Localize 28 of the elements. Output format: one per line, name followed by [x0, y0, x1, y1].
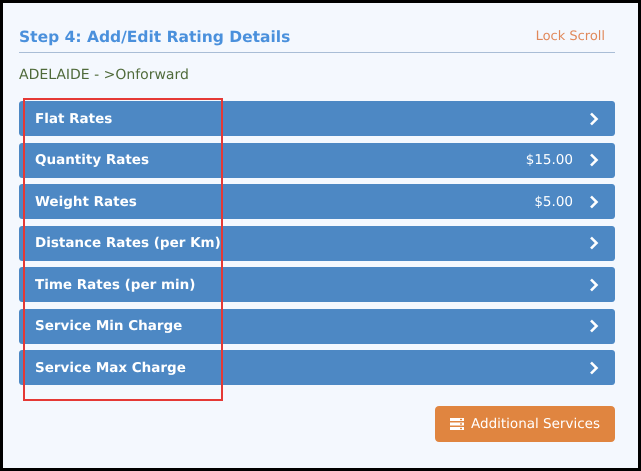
rate-label: Service Min Charge: [35, 318, 184, 334]
rate-row[interactable]: Flat Rates: [19, 101, 615, 136]
chevron-right-icon: [589, 360, 599, 374]
rate-label: Service Max Charge: [35, 360, 187, 376]
additional-services-button[interactable]: Additional Services: [435, 406, 615, 442]
lock-scroll-link[interactable]: Lock Scroll: [536, 29, 605, 44]
rate-row[interactable]: Weight Rates $5.00: [19, 184, 615, 219]
rate-row[interactable]: Distance Rates (per Km): [19, 226, 615, 260]
list-icon: [450, 418, 464, 430]
rate-row[interactable]: Quantity Rates $15.00: [19, 142, 615, 178]
rate-amount: $15.00: [526, 152, 573, 168]
chevron-right-icon: [589, 236, 599, 250]
rate-row[interactable]: Time Rates (per min): [19, 267, 615, 302]
rate-label: Quantity Rates: [35, 152, 150, 168]
chevron-right-icon: [589, 153, 599, 167]
rate-label: Distance Rates (per Km): [35, 235, 222, 251]
rate-amount: $5.00: [534, 194, 573, 210]
chevron-right-icon: [589, 278, 599, 292]
rate-label: Time Rates (per min): [35, 276, 196, 292]
route-label: ADELAIDE - >Onforward: [19, 67, 190, 85]
rate-row[interactable]: Service Min Charge: [19, 308, 615, 344]
chevron-right-icon: [589, 112, 599, 126]
chevron-right-icon: [589, 194, 599, 208]
chevron-right-icon: [589, 319, 599, 333]
rate-row[interactable]: Service Max Charge: [19, 350, 615, 385]
rate-label: Weight Rates: [35, 194, 138, 210]
section-title: Step 4: Add/Edit Rating Details: [19, 28, 290, 46]
rate-label: Flat Rates: [35, 110, 114, 126]
